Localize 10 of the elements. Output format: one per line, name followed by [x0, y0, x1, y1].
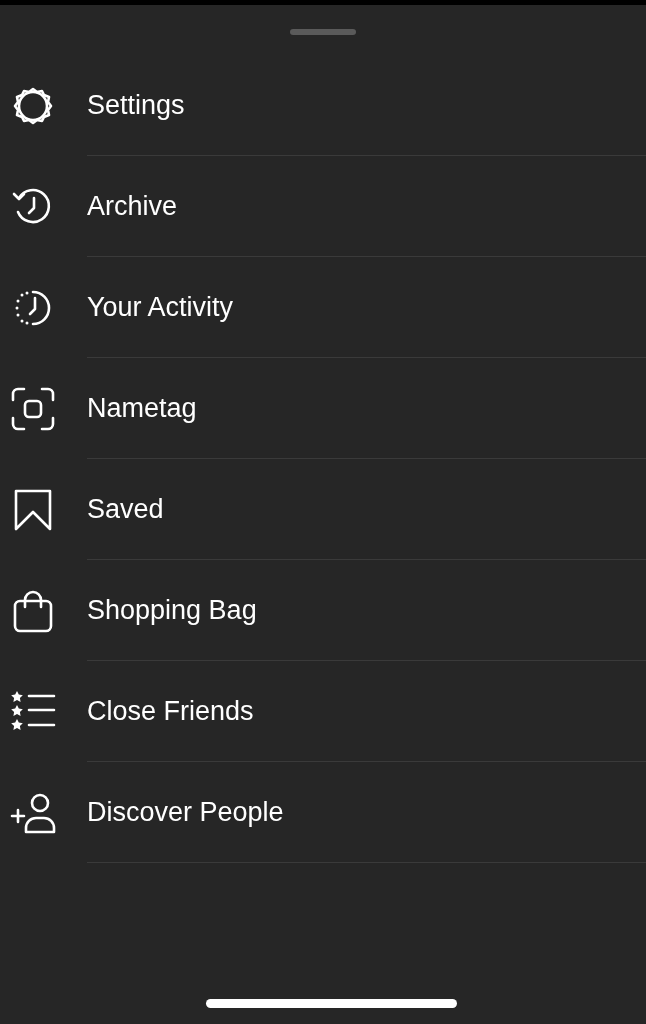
menu-item[interactable]: Discover People: [87, 791, 284, 833]
scan-frame-icon: [10, 385, 56, 432]
drag-handle[interactable]: [290, 29, 356, 35]
menu-item[interactable]: Nametag: [87, 387, 197, 429]
menu-item[interactable]: Close Friends: [87, 690, 254, 732]
menu-item[interactable]: Settings: [87, 84, 185, 126]
menu-item[interactable]: Your Activity: [87, 286, 234, 328]
menu-item[interactable]: Saved: [87, 488, 164, 530]
menu-item[interactable]: Archive: [87, 185, 178, 227]
menu-item[interactable]: Shopping Bag: [87, 589, 257, 631]
